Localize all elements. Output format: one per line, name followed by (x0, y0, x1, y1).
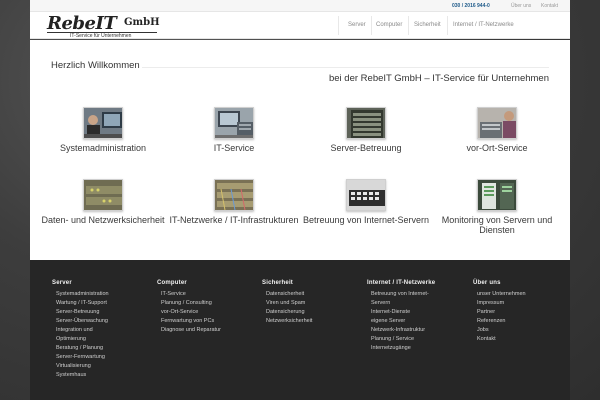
nav-divider (447, 16, 448, 35)
footer-link[interactable]: Server-Fernwartung (52, 353, 109, 362)
footer-link[interactable]: IT-Service (157, 290, 221, 299)
footer-link[interactable]: Datensicherheit (262, 290, 312, 299)
network-switch-photo (83, 179, 123, 211)
footer-heading[interactable]: Server (52, 280, 109, 286)
footer-link[interactable]: Planung / Service (367, 335, 435, 344)
service-daten-netzwerksicherheit[interactable]: Daten- und Netzwerksicherheit (37, 179, 169, 225)
logo-tagline: IT-Service für Unternehmen (70, 33, 132, 39)
technician-photo (477, 107, 517, 139)
service-label: Systemadministration (59, 143, 147, 153)
top-link-about[interactable]: Über uns (511, 3, 531, 9)
footer-links: Betreuung von Internet- Servern Internet… (367, 290, 435, 353)
footer-column-internet: Internet / IT-Netzwerke Betreuung von In… (367, 280, 435, 353)
footer-link[interactable]: Server-Überwachung (52, 317, 109, 326)
service-label: IT-Netzwerke / IT-Infrastrukturen (169, 215, 299, 225)
footer-link[interactable]: Viren und Spam (262, 299, 312, 308)
footer-links: Datensicherheit Viren und Spam Datensich… (262, 290, 312, 326)
service-label: IT-Service (213, 143, 255, 153)
welcome-heading: Herzlich Willkommen (51, 60, 140, 71)
footer-link[interactable]: Referenzen (473, 317, 526, 326)
nav-item-sicherheit[interactable]: Sicherheit (414, 22, 441, 28)
nav-divider (408, 16, 409, 35)
footer-link[interactable]: Internetzugänge (367, 344, 435, 353)
welcome-subtitle: bei der RebeIT GmbH – IT-Service für Unt… (328, 73, 549, 84)
service-systemadministration[interactable]: Systemadministration (37, 107, 169, 153)
footer-link[interactable]: Jobs (473, 326, 526, 335)
service-label: Daten- und Netzwerksicherheit (41, 215, 165, 225)
footer-link[interactable]: Virtualisierung (52, 362, 109, 371)
phone-number[interactable]: 030 / 2016 944-0 (452, 3, 490, 9)
footer-link[interactable]: eigene Server (367, 317, 435, 326)
footer-link[interactable]: Beratung / Planung (52, 344, 109, 353)
footer-column-ueber-uns: Über uns unser Unternehmen Impressum Par… (473, 280, 526, 344)
monitoring-photo (477, 179, 517, 211)
site-logo[interactable]: RebeIT GmbH IT-Service für Unternehmen (47, 13, 167, 39)
footer-link[interactable]: Servern (367, 299, 435, 308)
footer-link[interactable]: Systemhaus (52, 371, 109, 380)
service-server-betreuung[interactable]: Server-Betreuung (300, 107, 432, 153)
footer-link[interactable]: Integration und (52, 326, 109, 335)
service-label: Server-Betreuung (330, 143, 402, 153)
footer-link[interactable]: Impressum (473, 299, 526, 308)
service-label: Betreuung von Internet-Servern (302, 215, 430, 225)
logo-suffix: GmbH (124, 17, 160, 28)
footer-link[interactable]: Systemadministration (52, 290, 109, 299)
footer-link[interactable]: Datensicherung (262, 308, 312, 317)
main-content: Herzlich Willkommen bei der RebeIT GmbH … (30, 40, 570, 260)
footer-link[interactable]: Kontakt (473, 335, 526, 344)
nav-item-internet[interactable]: Internet / IT-Netzwerke (453, 22, 514, 28)
logo-wordmark: RebeIT (47, 13, 117, 34)
service-vor-ort-service[interactable]: vor-Ort-Service (431, 107, 563, 153)
footer-column-sicherheit: Sicherheit Datensicherheit Viren und Spa… (262, 280, 312, 326)
service-it-service[interactable]: IT-Service (168, 107, 300, 153)
person-monitor-photo (83, 107, 123, 139)
footer-heading[interactable]: Über uns (473, 280, 526, 286)
site-footer: Server Systemadministration Wartung / IT… (30, 260, 570, 400)
footer-heading[interactable]: Computer (157, 280, 221, 286)
footer-links: unser Unternehmen Impressum Partner Refe… (473, 290, 526, 344)
service-internet-server[interactable]: Betreuung von Internet-Servern (300, 179, 432, 225)
nav-item-computer[interactable]: Computer (376, 22, 402, 28)
footer-links: IT-Service Planung / Consulting vor-Ort-… (157, 290, 221, 335)
cabling-photo (214, 179, 254, 211)
footer-link[interactable]: Fernwartung von PCs (157, 317, 221, 326)
footer-link[interactable]: vor-Ort-Service (157, 308, 221, 317)
footer-links: Systemadministration Wartung / IT-Suppor… (52, 290, 109, 380)
nav-item-server[interactable]: Server (348, 22, 366, 28)
footer-link[interactable]: Internet-Dienste (367, 308, 435, 317)
footer-link[interactable]: unser Unternehmen (473, 290, 526, 299)
service-label: Monitoring von Servern und Diensten (441, 215, 553, 235)
nav-divider (371, 16, 372, 35)
footer-heading[interactable]: Internet / IT-Netzwerke (367, 280, 435, 286)
footer-link[interactable]: Wartung / IT-Support (52, 299, 109, 308)
site-header: RebeIT GmbH IT-Service für Unternehmen S… (30, 12, 570, 39)
footer-link[interactable]: Server-Betreuung (52, 308, 109, 317)
top-link-contact[interactable]: Kontakt (541, 3, 558, 9)
footer-link[interactable]: Betreuung von Internet- (367, 290, 435, 299)
page-wrapper: 030 / 2016 944-0 Über uns Kontakt RebeIT… (30, 0, 570, 400)
service-it-netzwerke[interactable]: IT-Netzwerke / IT-Infrastrukturen (168, 179, 300, 225)
top-bar: 030 / 2016 944-0 Über uns Kontakt (30, 0, 570, 12)
footer-link[interactable]: Netzwerk-Infrastruktur (367, 326, 435, 335)
footer-link[interactable]: Diagnose und Reparatur (157, 326, 221, 335)
footer-link[interactable]: Partner (473, 308, 526, 317)
footer-link[interactable]: Planung / Consulting (157, 299, 221, 308)
footer-link[interactable]: Optimierung (52, 335, 109, 344)
computer-repair-photo (214, 107, 254, 139)
service-monitoring[interactable]: Monitoring von Servern und Diensten (431, 179, 563, 235)
heading-divider (142, 67, 549, 68)
server-rack-photo (346, 107, 386, 139)
keyboard-photo (346, 179, 386, 211)
footer-heading[interactable]: Sicherheit (262, 280, 312, 286)
footer-column-computer: Computer IT-Service Planung / Consulting… (157, 280, 221, 335)
nav-divider (338, 16, 339, 35)
footer-link[interactable]: Netzwerksicherheit (262, 317, 312, 326)
footer-column-server: Server Systemadministration Wartung / IT… (52, 280, 109, 380)
service-label: vor-Ort-Service (466, 143, 528, 153)
